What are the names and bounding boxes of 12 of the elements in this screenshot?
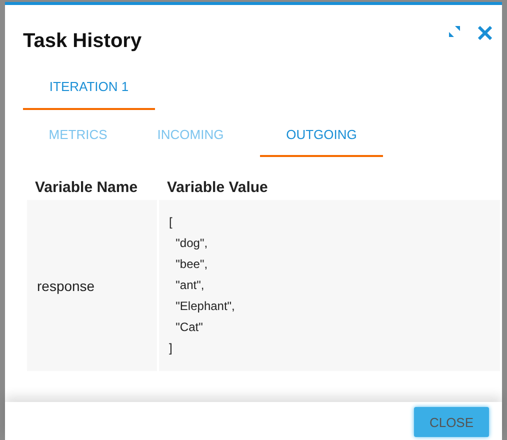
table-cell: [ "dog", "bee", "ant", "Elephant", "Cat" ] bbox=[159, 200, 500, 371]
section-tab[interactable]: INCOMING bbox=[133, 110, 248, 157]
iteration-tab[interactable]: ITERATION 1 bbox=[23, 65, 155, 110]
column-header: Variable Value bbox=[166, 178, 269, 198]
section-tab[interactable]: OUTGOING bbox=[260, 110, 383, 157]
table-cell: response bbox=[27, 200, 157, 371]
dialog-title: Task History bbox=[23, 29, 142, 53]
section-tab[interactable]: METRICS bbox=[23, 110, 133, 157]
close-icon[interactable] bbox=[478, 26, 492, 40]
column-header: Variable Name bbox=[34, 178, 139, 198]
close-button[interactable]: CLOSE bbox=[414, 407, 489, 437]
collapse-icon[interactable] bbox=[449, 26, 460, 37]
